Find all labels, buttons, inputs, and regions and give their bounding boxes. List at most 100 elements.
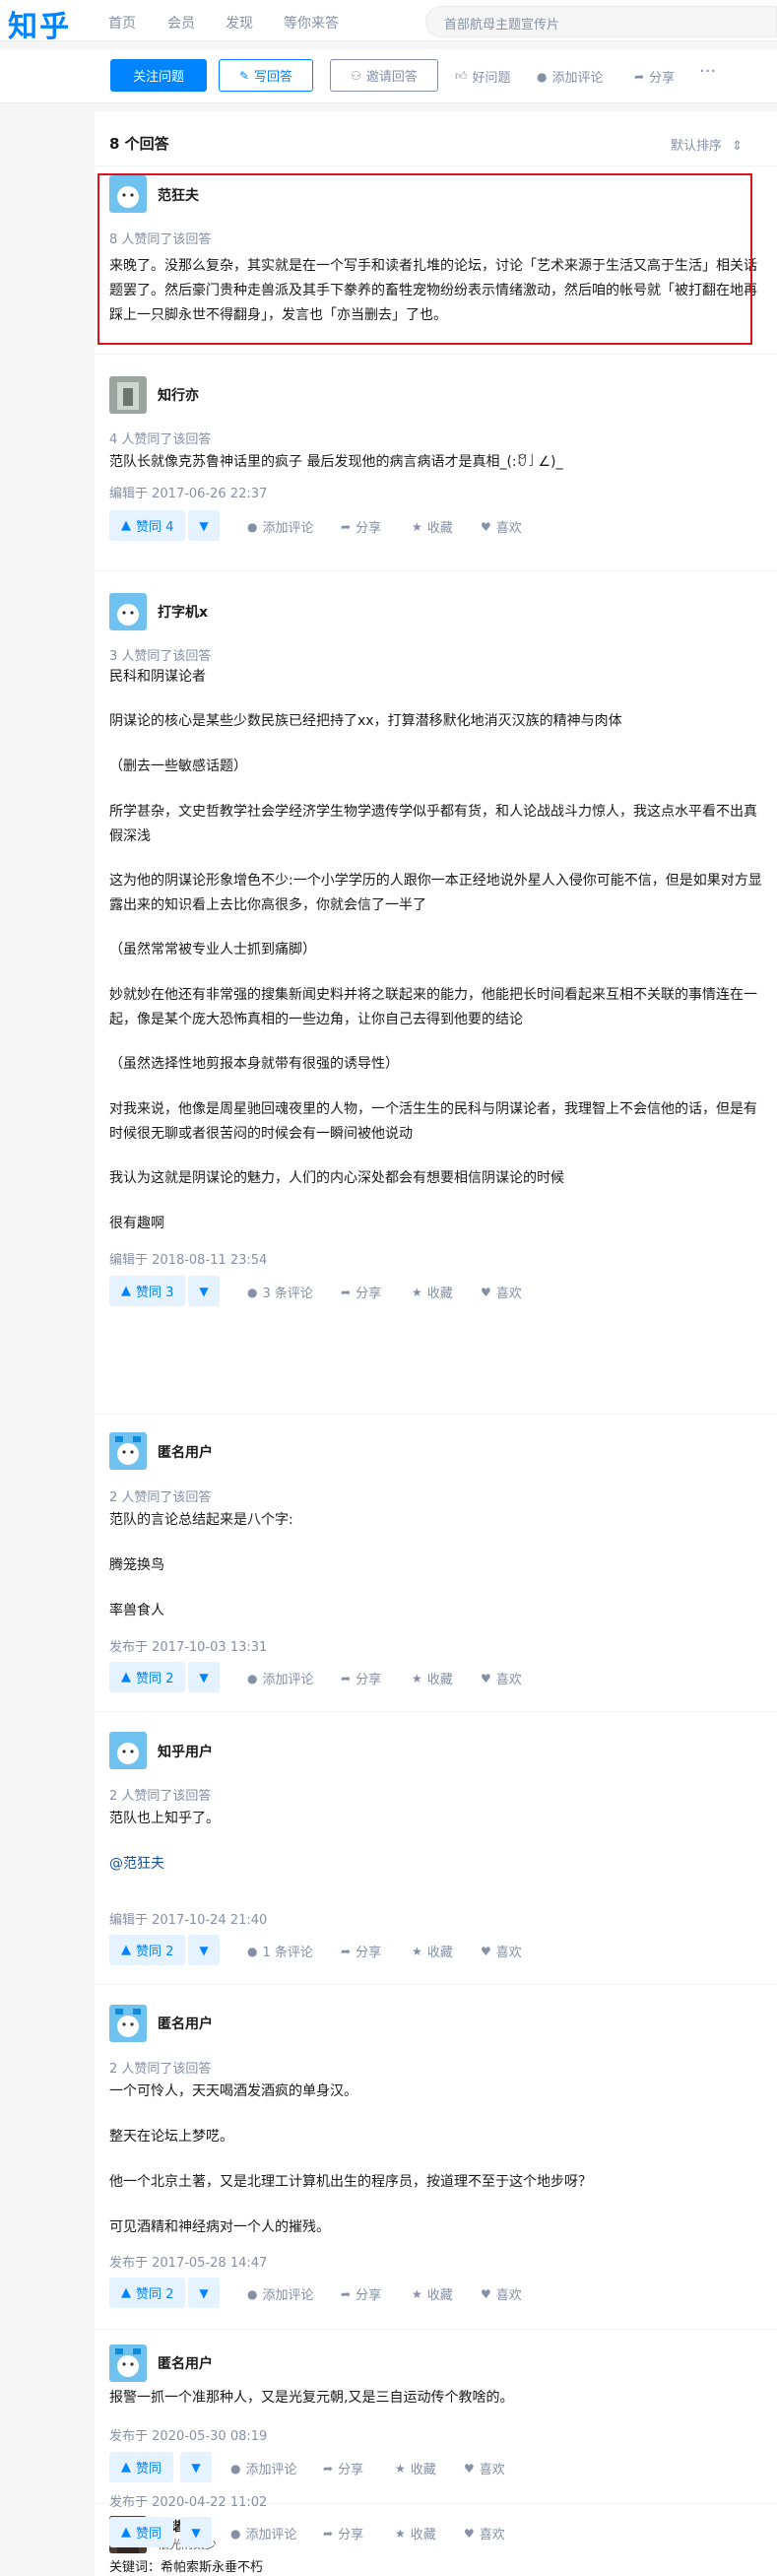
question-comment-button[interactable]: ● 添加评论 [537, 67, 604, 87]
comment-button[interactable]: ● 1 条评论 [247, 1942, 313, 1961]
nav-explore[interactable]: 发现 [226, 13, 253, 33]
vote-down-button[interactable]: ▼ [188, 1935, 220, 1965]
avatar[interactable] [109, 175, 147, 213]
sort-dropdown[interactable]: 默认排序 ⇕ [671, 135, 743, 154]
answer-paragraph: 所学甚杂，文史哲教学社会学经济学生物学遗传学似乎都有货，和人论战战斗力惊人，我这… [109, 804, 757, 844]
answer-paragraph: 对我来说，他像是周星驰回魂夜里的人物，一个活生生的民科与阴谋论者，我理智上不会信… [109, 1101, 757, 1142]
collect-button[interactable]: ★ 收藏 [412, 1283, 453, 1302]
avatar[interactable] [109, 593, 147, 630]
vote-down-button[interactable]: ▼ [180, 2452, 212, 2482]
share-button[interactable]: ➦ 分享 [341, 2284, 381, 2304]
good-question-button[interactable]: 👍︎ 好问题 [455, 67, 511, 86]
share-button[interactable]: ➦ 分享 [341, 517, 381, 537]
avatar[interactable] [109, 1432, 147, 1470]
share-button[interactable]: ➦ 分享 [341, 1942, 381, 1961]
collect-button[interactable]: ★ 收藏 [412, 2284, 453, 2304]
nav-vip[interactable]: 会员 [167, 13, 195, 33]
invite-answer-button[interactable]: ⚇ 邀请回答 [330, 59, 438, 92]
triangle-up-icon: ▲ [121, 1670, 131, 1684]
zhihu-logo[interactable]: 知乎 [8, 2, 71, 45]
answer-date[interactable]: 编辑于 2018-08-11 23:54 [109, 1249, 267, 1268]
vote-down-button[interactable]: ▼ [188, 1276, 220, 1306]
answer-date[interactable]: 发布于 2020-04-22 11:02 [109, 2491, 267, 2510]
author-name[interactable]: 打字机x [158, 602, 208, 622]
more-button[interactable]: ··· [699, 61, 716, 82]
like-button[interactable]: ♥ 喜欢 [464, 2459, 505, 2478]
vote-up-button[interactable]: ▲ 赞同 [109, 2517, 174, 2547]
author-name[interactable]: 知行亦 [158, 385, 199, 405]
vote-up-button[interactable]: ▲ 赞同 2 [109, 1935, 186, 1965]
answer-date[interactable]: 编辑于 2017-06-26 22:37 [109, 483, 267, 501]
comment-button[interactable]: ● 添加评论 [247, 1669, 314, 1688]
answer-actions: ▲ 赞同 2 ▼ ● 添加评论 ➦ 分享 ★ 收藏 ♥ 喜欢 [109, 1662, 759, 1692]
write-answer-button[interactable]: ✎ 写回答 [219, 59, 313, 92]
like-label: 喜欢 [495, 1946, 522, 1960]
share-icon: ➦ [634, 69, 645, 84]
author-name[interactable]: 匿名用户 [158, 2014, 213, 2033]
comment-button[interactable]: ● 3 条评论 [247, 1283, 313, 1302]
share-button[interactable]: ➦ 分享 [341, 1283, 381, 1302]
like-button[interactable]: ♥ 喜欢 [481, 517, 522, 537]
avatar[interactable] [109, 1732, 147, 1769]
avatar[interactable] [109, 2005, 147, 2042]
like-button[interactable]: ♥ 喜欢 [464, 2524, 505, 2543]
nav-waiting[interactable]: 等你来答 [284, 13, 339, 33]
avatar[interactable] [109, 376, 147, 414]
answer-date[interactable]: 发布于 2020-05-30 08:19 [109, 2425, 267, 2444]
like-button[interactable]: ♥ 喜欢 [481, 1283, 522, 1302]
collect-button[interactable]: ★ 收藏 [412, 1942, 453, 1961]
like-button[interactable]: ♥ 喜欢 [481, 1942, 522, 1961]
vote-up-button[interactable]: ▲ 赞同 3 [109, 1276, 186, 1306]
answer-date[interactable]: 发布于 2017-10-03 13:31 [109, 1636, 267, 1655]
comment-button[interactable]: ● 添加评论 [247, 2284, 314, 2304]
answer-item: 匿名用户 报警一抓一个准那种人，又是光复元朝,又是三自运动传个教啥的。 发布于 … [95, 2330, 777, 2504]
share-icon: ➦ [341, 519, 352, 534]
share-button[interactable]: ➦ 分享 [323, 2524, 363, 2543]
question-share-button[interactable]: ➦ 分享 [634, 67, 675, 87]
collect-button[interactable]: ★ 收藏 [395, 2459, 436, 2478]
comment-button[interactable]: ● 添加评论 [247, 517, 314, 537]
author-name[interactable]: 匿名用户 [158, 1442, 213, 1462]
nav-home[interactable]: 首页 [108, 13, 136, 33]
vote-summary[interactable]: 4 人赞同了该回答 [109, 429, 211, 447]
vote-up-button[interactable]: ▲ 赞同 2 [109, 1662, 186, 1692]
answer-list: 8 个回答 默认排序 ⇕ 范狂夫 8 人赞同了该回答 来晚了。没那么复杂，其实就… [95, 111, 777, 2576]
search-input[interactable]: 首部航母主题宣传片 [425, 6, 777, 37]
vote-summary[interactable]: 2 人赞同了该回答 [109, 2058, 211, 2077]
vote-summary[interactable]: 3 人赞同了该回答 [109, 645, 211, 664]
collect-button[interactable]: ★ 收藏 [412, 517, 453, 537]
collect-button[interactable]: ★ 收藏 [412, 1669, 453, 1688]
answer-date[interactable]: 发布于 2017-05-28 14:47 [109, 2252, 267, 2271]
share-button[interactable]: ➦ 分享 [341, 1669, 381, 1688]
like-button[interactable]: ♥ 喜欢 [481, 2284, 522, 2304]
answer-date[interactable]: 编辑于 2017-10-24 21:40 [109, 1909, 267, 1928]
comment-button[interactable]: ● 添加评论 [230, 2524, 297, 2543]
author-name[interactable]: 匿名用户 [158, 2353, 213, 2373]
like-button[interactable]: ♥ 喜欢 [481, 1669, 522, 1688]
vote-summary[interactable]: 8 人赞同了该回答 [109, 229, 211, 247]
share-button[interactable]: ➦ 分享 [323, 2459, 363, 2478]
author-name[interactable]: 知乎用户 [158, 1742, 213, 1761]
vote-down-button[interactable]: ▼ [180, 2517, 212, 2547]
vote-up-button[interactable]: ▲ 赞同 2 [109, 2278, 186, 2308]
vote-down-button[interactable]: ▼ [188, 2278, 220, 2308]
vote-summary[interactable]: 2 人赞同了该回答 [109, 1785, 211, 1804]
triangle-up-icon: ▲ [121, 2525, 131, 2540]
follow-question-button[interactable]: 关注问题 [110, 59, 207, 92]
triangle-down-icon: ▼ [199, 1284, 209, 1298]
question-comment-label: 添加评论 [551, 71, 604, 86]
avatar[interactable] [109, 2345, 147, 2382]
vote-down-button[interactable]: ▼ [188, 510, 220, 541]
vote-summary[interactable]: 2 人赞同了该回答 [109, 1486, 211, 1505]
collect-label: 收藏 [426, 1946, 453, 1960]
author-name[interactable]: 范狂夫 [158, 185, 199, 205]
vote-down-button[interactable]: ▼ [188, 1662, 220, 1692]
comment-button[interactable]: ● 添加评论 [230, 2459, 297, 2478]
mention-link[interactable]: @范狂夫 [109, 1852, 764, 1877]
vote-up-button[interactable]: ▲ 赞同 4 [109, 510, 186, 541]
comment-icon: ● [247, 1944, 258, 1958]
photo-avatar-icon [117, 382, 139, 410]
collect-button[interactable]: ★ 收藏 [395, 2524, 436, 2543]
triangle-up-icon: ▲ [121, 1284, 131, 1298]
vote-up-button[interactable]: ▲ 赞同 [109, 2452, 174, 2482]
